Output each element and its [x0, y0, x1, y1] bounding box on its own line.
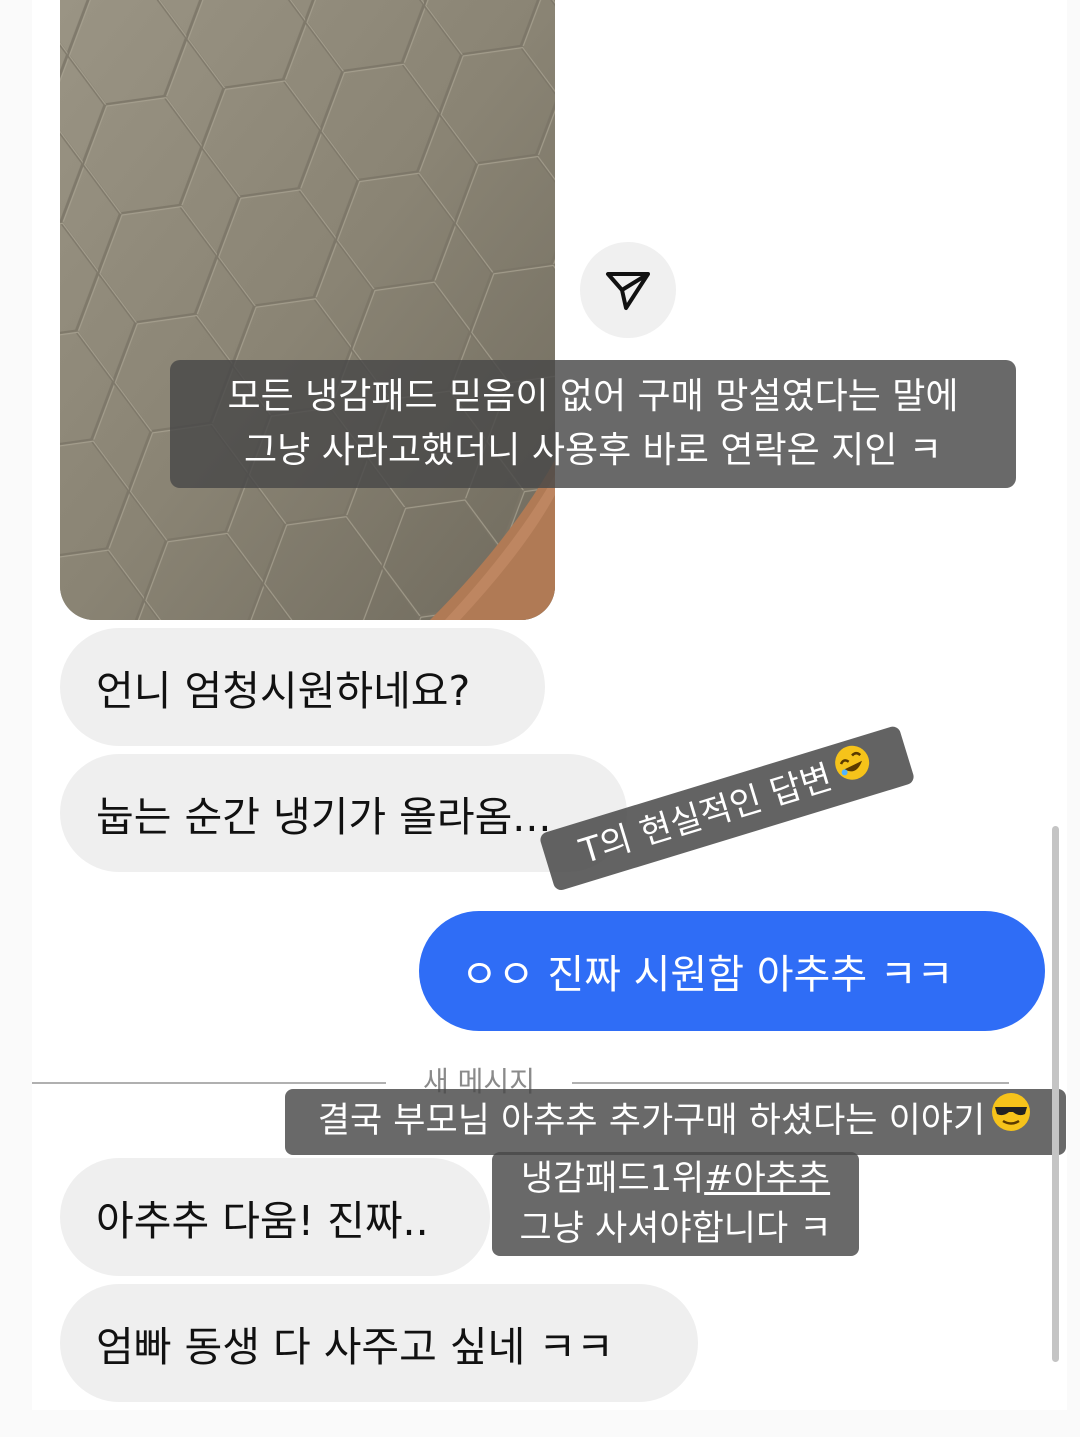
divider-line [32, 1082, 386, 1084]
share-button[interactable] [580, 242, 676, 338]
message-text: 엄빠 동생 다 사주고 싶네 ㅋㅋ [96, 1323, 614, 1371]
received-message[interactable]: 아추추 다움! 진짜.. [60, 1158, 490, 1276]
story-caption-hashtag: 냉감패드1위#아추추 그냥 사셔야합니다 ㅋ [492, 1152, 859, 1256]
photo-message[interactable] [60, 0, 555, 620]
divider-line [572, 1082, 1009, 1084]
message-text: 아추추 다움! 진짜.. [96, 1197, 429, 1245]
message-text: 눕는 순간 냉기가 올라옴... [96, 793, 552, 841]
hashtag-link[interactable]: #아추추 [704, 1159, 830, 1199]
story-caption-top: 모든 냉감패드 믿음이 없어 구매 망설였다는 말에 그냥 사라고했더니 사용후… [170, 360, 1016, 488]
scrollbar[interactable] [1052, 826, 1059, 1362]
sunglasses-face-icon [989, 1090, 1033, 1155]
received-message[interactable]: 언니 엄청시원하네요? [60, 628, 545, 746]
paper-plane-icon [606, 272, 650, 310]
caption-line: 냉감패드1위 [520, 1159, 705, 1199]
message-text: ㅇㅇ 진짜 시원함 아추추 ㅋㅋ [461, 952, 954, 998]
received-message[interactable]: 눕는 순간 냉기가 올라옴... [60, 754, 627, 872]
received-message[interactable]: 엄빠 동생 다 사주고 싶네 ㅋㅋ [60, 1284, 698, 1402]
caption-line: 결국 부모님 아추추 추가구매 하셨다는 이야기 [317, 1101, 986, 1141]
caption-line: 모든 냉감패드 믿음이 없어 구매 망설였다는 말에 [227, 376, 959, 417]
caption-line: 그냥 사라고했더니 사용후 바로 연락온 지인 ㅋ [244, 430, 942, 471]
story-caption-bottom: 결국 부모님 아추추 추가구매 하셨다는 이야기 [285, 1089, 1066, 1155]
caption-line: 그냥 사셔야합니다 ㅋ [519, 1209, 832, 1249]
sent-message[interactable]: ㅇㅇ 진짜 시원함 아추추 ㅋㅋ [419, 911, 1045, 1031]
message-text: 언니 엄청시원하네요? [96, 667, 471, 715]
quilted-pad-photo [60, 0, 555, 620]
